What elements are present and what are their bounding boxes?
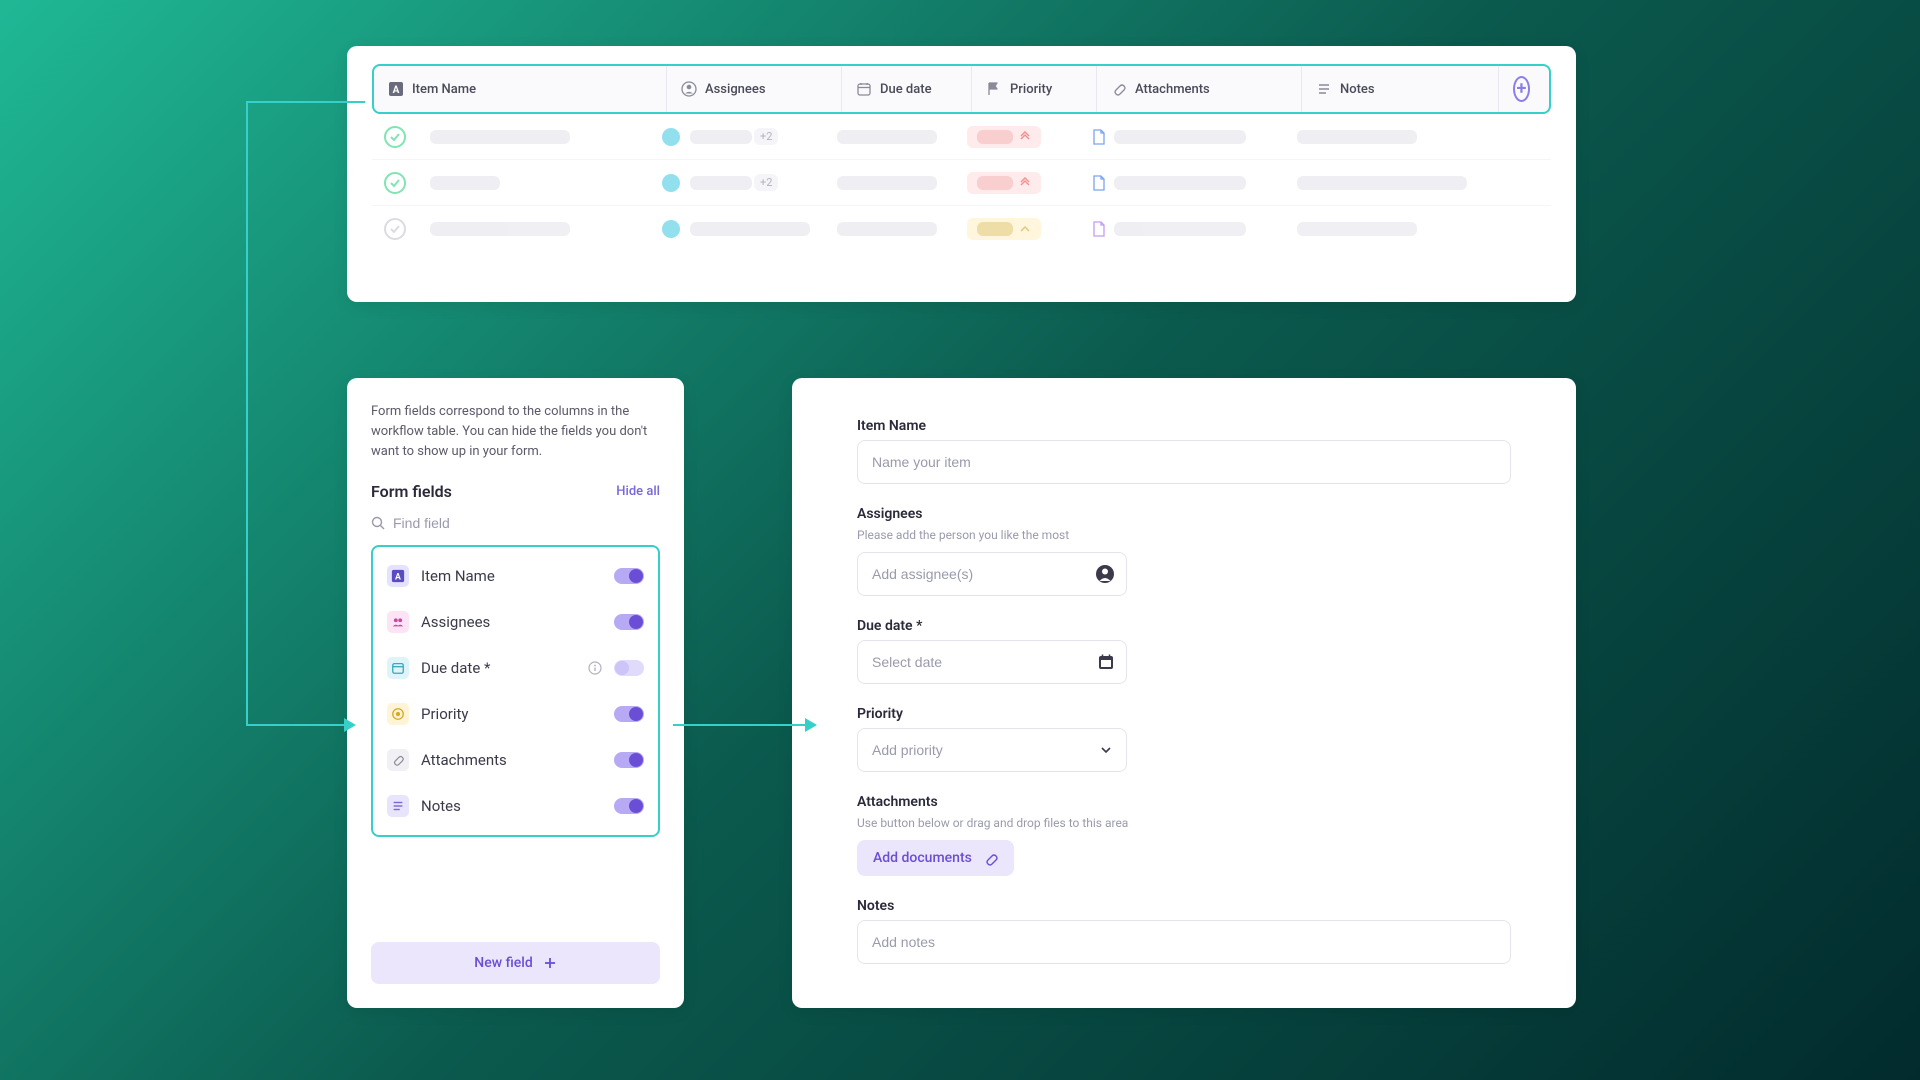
plus-icon xyxy=(543,956,557,970)
arrow-icon xyxy=(805,718,817,732)
field-label: Item Name xyxy=(421,567,602,585)
connector xyxy=(246,101,365,103)
column-label: Notes xyxy=(1340,82,1375,97)
people-icon xyxy=(387,611,409,633)
text-icon: A xyxy=(388,81,404,97)
field-row[interactable]: Priority xyxy=(373,691,658,737)
add-column-button[interactable]: + xyxy=(1513,76,1530,102)
column-label: Assignees xyxy=(705,82,766,97)
attachment-icon xyxy=(982,850,998,866)
assignees-hint: Please add the person you like the most xyxy=(857,528,1511,542)
field-label: Assignees xyxy=(421,613,602,631)
row-checkbox[interactable] xyxy=(384,218,406,240)
field-search-input[interactable] xyxy=(393,515,660,531)
field-label: Due date * xyxy=(421,659,576,677)
column-attachments[interactable]: Attachments xyxy=(1096,66,1301,112)
column-due-date[interactable]: Due date xyxy=(841,66,971,112)
assignee-overflow: +2 xyxy=(754,128,778,145)
assignees-label: Assignees xyxy=(857,506,1511,522)
due-date-input[interactable] xyxy=(857,640,1127,684)
target-icon xyxy=(387,703,409,725)
table-row: +2 xyxy=(372,160,1551,206)
paperclip-icon xyxy=(387,749,409,771)
field-label: Attachments xyxy=(421,751,602,769)
column-label: Due date xyxy=(880,82,932,97)
person-icon xyxy=(1095,564,1115,584)
table-header-row: A Item Name Assignees Due date Priority … xyxy=(372,64,1551,114)
connector xyxy=(246,724,344,726)
form-fields-panel: Form fields correspond to the columns in… xyxy=(347,378,684,1008)
add-documents-label: Add documents xyxy=(873,850,972,866)
form-preview-card: Item Name Assignees Please add the perso… xyxy=(792,378,1576,1008)
new-field-button[interactable]: New field xyxy=(371,942,660,984)
fields-list: A Item Name Assignees Due date * Priority Att… xyxy=(371,545,660,837)
assignees-input[interactable] xyxy=(857,552,1127,596)
panel-description: Form fields correspond to the columns in… xyxy=(371,402,660,462)
field-row[interactable]: Assignees xyxy=(373,599,658,645)
svg-text:A: A xyxy=(395,573,401,583)
item-name-input[interactable] xyxy=(857,440,1511,484)
field-toggle[interactable] xyxy=(614,752,644,768)
calendar-icon xyxy=(387,657,409,679)
add-documents-button[interactable]: Add documents xyxy=(857,840,1014,876)
due-date-label: Due date * xyxy=(857,618,1511,634)
column-label: Attachments xyxy=(1135,82,1210,97)
field-row[interactable]: A Item Name xyxy=(373,553,658,599)
flag-icon xyxy=(986,81,1002,97)
text-icon: A xyxy=(387,565,409,587)
notes-input[interactable] xyxy=(857,920,1511,964)
hide-all-button[interactable]: Hide all xyxy=(616,484,660,499)
row-checkbox[interactable] xyxy=(384,126,406,148)
row-checkbox[interactable] xyxy=(384,172,406,194)
panel-title: Form fields xyxy=(371,482,452,501)
field-search[interactable] xyxy=(371,515,660,531)
chevron-down-icon xyxy=(1099,743,1113,757)
field-label: Notes xyxy=(421,797,602,815)
calendar-icon xyxy=(856,81,872,97)
workflow-table-card: A Item Name Assignees Due date Priority … xyxy=(347,46,1576,302)
priority-label: Priority xyxy=(857,706,1511,722)
field-row[interactable]: Notes xyxy=(373,783,658,829)
table-row: +2 xyxy=(372,114,1551,160)
connector xyxy=(673,724,805,726)
column-add: + xyxy=(1498,66,1544,112)
column-item-name[interactable]: A Item Name xyxy=(374,66,666,112)
column-notes[interactable]: Notes xyxy=(1301,66,1498,112)
column-assignees[interactable]: Assignees xyxy=(666,66,841,112)
field-label: Priority xyxy=(421,705,602,723)
list-icon xyxy=(1316,81,1332,97)
new-field-label: New field xyxy=(474,955,532,971)
field-row[interactable]: Attachments xyxy=(373,737,658,783)
attachments-hint: Use button below or drag and drop files … xyxy=(857,816,1511,830)
info-icon xyxy=(588,661,602,675)
column-priority[interactable]: Priority xyxy=(971,66,1096,112)
column-label: Priority xyxy=(1010,82,1052,97)
connector xyxy=(246,101,248,725)
search-icon xyxy=(371,516,385,530)
list-icon xyxy=(387,795,409,817)
paperclip-icon xyxy=(1111,81,1127,97)
table-row xyxy=(372,206,1551,252)
assignee-overflow: +2 xyxy=(754,174,778,191)
priority-select[interactable] xyxy=(857,728,1127,772)
field-toggle[interactable] xyxy=(614,660,644,676)
field-toggle[interactable] xyxy=(614,706,644,722)
field-toggle[interactable] xyxy=(614,798,644,814)
calendar-icon xyxy=(1097,653,1115,671)
field-toggle[interactable] xyxy=(614,614,644,630)
attachments-label: Attachments xyxy=(857,794,1511,810)
arrow-icon xyxy=(344,718,356,732)
field-row[interactable]: Due date * xyxy=(373,645,658,691)
notes-label: Notes xyxy=(857,898,1511,914)
item-name-label: Item Name xyxy=(857,418,1511,434)
field-toggle[interactable] xyxy=(614,568,644,584)
column-label: Item Name xyxy=(412,82,476,97)
svg-text:A: A xyxy=(393,85,400,96)
person-icon xyxy=(681,81,697,97)
